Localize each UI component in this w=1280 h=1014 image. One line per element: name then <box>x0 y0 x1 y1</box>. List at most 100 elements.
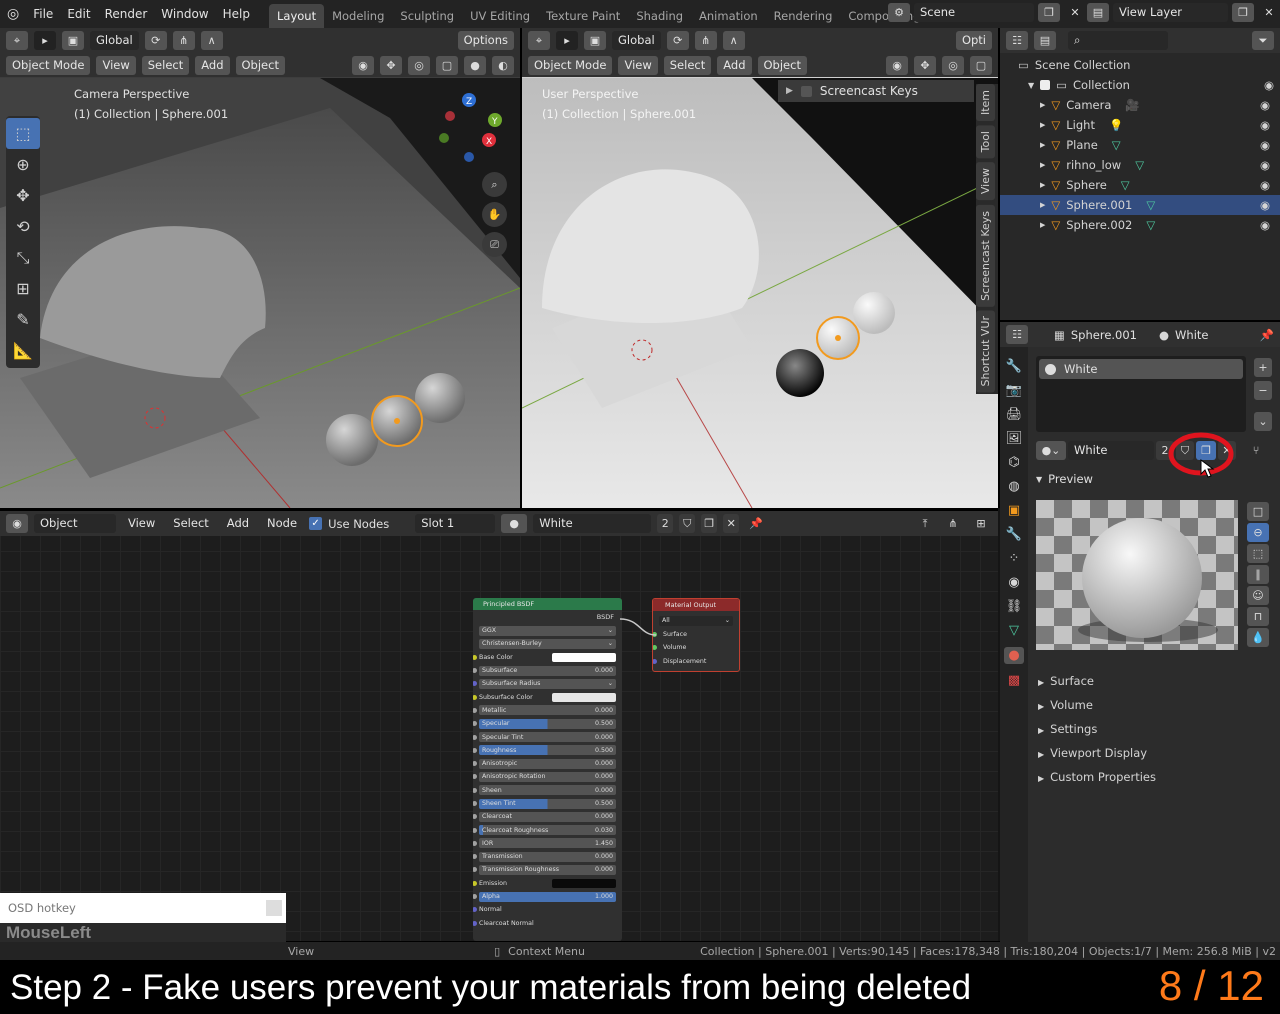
properties-editor-icon[interactable]: ☷ <box>1006 325 1028 344</box>
tab-animation[interactable]: Animation <box>691 4 766 28</box>
outliner-item[interactable]: ▶ ▽ Camera 🎥 ◉ <box>1000 95 1280 115</box>
tab-shading[interactable]: Shading <box>628 4 691 28</box>
outliner-scene-collection[interactable]: ▭ Scene Collection <box>1006 55 1274 75</box>
color-swatch[interactable] <box>552 692 616 702</box>
bsdf-input-row[interactable]: Clearcoat 0.000 <box>473 810 616 823</box>
input-slider[interactable]: Clearcoat Roughness 0.030 <box>479 825 616 836</box>
object-mode-dropdown[interactable]: Object Mode <box>6 55 91 75</box>
scene-tab-icon[interactable]: ⌬ <box>1008 455 1019 470</box>
object-data-icon[interactable]: 💡 <box>1109 118 1123 132</box>
input-slider[interactable]: Transmission Roughness 0.000 <box>479 864 616 875</box>
tab-tool[interactable]: Tool <box>976 125 995 159</box>
input-socket[interactable] <box>473 654 477 660</box>
move-icon[interactable]: ✥ <box>6 180 40 211</box>
bsdf-input-row[interactable]: Emission <box>473 877 616 890</box>
eye-icon[interactable]: ◉ <box>1260 138 1270 152</box>
select-mode-icon[interactable]: ▣ <box>62 31 84 50</box>
editor-type-icon[interactable]: ⌖ <box>6 31 28 50</box>
proportional-icon[interactable]: ∧ <box>722 31 745 50</box>
node-duplicate-icon[interactable]: ❐ <box>701 514 718 533</box>
object-data-icon[interactable]: 🎥 <box>1125 98 1139 112</box>
menu-edit[interactable]: Edit <box>60 7 97 21</box>
menu-help[interactable]: Help <box>216 7 257 21</box>
visibility-icon[interactable]: ◉ <box>352 55 374 75</box>
input-dropdown[interactable]: Subsurface Radius ⌄ <box>479 678 616 689</box>
bsdf-input-row[interactable]: Normal <box>473 903 616 916</box>
property-section-viewport-display[interactable]: ▶ Viewport Display <box>1028 741 1280 765</box>
expand-arrow-icon[interactable]: ▶ <box>1040 141 1045 149</box>
particles-tab-icon[interactable]: ⁘ <box>1009 551 1020 566</box>
menu-object[interactable]: Object <box>235 55 285 75</box>
input-slider[interactable]: Subsurface 0.000 <box>479 665 616 676</box>
expand-arrow-icon[interactable]: ▶ <box>1040 201 1045 209</box>
view-layer-field[interactable]: View Layer <box>1113 3 1228 22</box>
select-box-icon[interactable]: ⬚ <box>6 118 40 149</box>
tab-rendering[interactable]: Rendering <box>766 4 841 28</box>
navigation-gizmo[interactable]: Z Y X <box>436 90 506 162</box>
new-view-layer-icon[interactable]: ❐ <box>1232 3 1254 22</box>
input-slider[interactable]: Anisotropic 0.000 <box>479 758 616 769</box>
screencast-checkbox[interactable] <box>800 85 812 97</box>
pivot-icon[interactable]: ⟳ <box>144 31 167 50</box>
tab-sculpting[interactable]: Sculpting <box>392 4 462 28</box>
node-editor[interactable]: ◉ Object View Select Add Node ✓ Use Node… <box>0 511 998 941</box>
output-input-row[interactable]: Surface <box>653 627 733 641</box>
select-tool-icon[interactable]: ▸ <box>34 31 56 50</box>
options-dropdown[interactable]: Options <box>457 31 514 50</box>
input-slider[interactable]: Transmission 0.000 <box>479 851 616 862</box>
gizmo-icon[interactable]: ✥ <box>380 55 402 75</box>
menu-render[interactable]: Render <box>98 7 155 21</box>
orientation-dropdown[interactable]: Global <box>612 31 661 50</box>
input-socket[interactable] <box>473 801 477 806</box>
bsdf-input-row[interactable]: IOR 1.450 <box>473 837 616 850</box>
visibility-icon[interactable]: ◉ <box>886 55 908 75</box>
constraints-tab-icon[interactable]: ⛓ <box>1006 599 1023 614</box>
tab-uv-editing[interactable]: UV Editing <box>462 4 538 28</box>
color-swatch[interactable] <box>552 652 616 662</box>
pin-icon[interactable]: 📌 <box>1260 328 1274 342</box>
distribution-dropdown[interactable]: GGX ⌄ <box>479 625 616 636</box>
input-socket[interactable] <box>653 658 657 664</box>
bsdf-input-row[interactable]: Metallic 0.000 <box>473 704 616 717</box>
preview-sphere-icon[interactable]: ⊖ <box>1247 523 1269 542</box>
preview-hair-icon[interactable]: ∥ <box>1247 565 1269 584</box>
input-socket[interactable] <box>473 707 477 713</box>
outliner-item[interactable]: ▶ ▽ Light 💡 ◉ <box>1000 115 1280 135</box>
eye-icon[interactable]: ◉ <box>1260 178 1270 192</box>
proportional-icon[interactable]: ∧ <box>200 31 223 50</box>
new-scene-icon[interactable]: ❐ <box>1038 3 1060 22</box>
tab-shortcut-vur[interactable]: Shortcut VUr <box>976 310 995 393</box>
preview-panel-header[interactable]: ▼ Preview <box>1036 472 1093 486</box>
object-data-icon[interactable]: ▽ <box>1146 218 1155 232</box>
output-target-dropdown[interactable]: All ⌄ <box>659 615 733 626</box>
zoom-icon[interactable]: ⌕ <box>482 172 507 197</box>
input-slider[interactable]: Metallic 0.000 <box>479 705 616 716</box>
expand-arrow-icon[interactable]: ▶ <box>1040 181 1045 189</box>
eye-icon[interactable]: ◉ <box>1260 218 1270 232</box>
node-tree-icon[interactable]: ⑂ <box>1244 441 1268 460</box>
modifier-tab-icon[interactable]: 🔧 <box>1006 527 1022 542</box>
bsdf-input-row[interactable]: Specular Tint 0.000 <box>473 730 616 743</box>
orientation-dropdown[interactable]: Global <box>90 31 139 50</box>
input-slider[interactable]: Clearcoat 0.000 <box>479 811 616 822</box>
outliner-item[interactable]: ▶ ▽ Sphere.001 ▽ ◉ <box>1000 195 1280 215</box>
input-socket[interactable] <box>473 761 477 767</box>
cursor-icon[interactable]: ⊕ <box>6 149 40 180</box>
gizmo-icon[interactable]: ✥ <box>914 55 936 75</box>
menu-select[interactable]: Select <box>167 514 214 533</box>
input-socket[interactable] <box>473 827 477 833</box>
object-data-icon[interactable]: ▽ <box>1121 178 1130 192</box>
tab-view[interactable]: View <box>976 162 995 201</box>
input-socket[interactable] <box>473 880 477 886</box>
pivot-icon[interactable]: ⟳ <box>666 31 689 50</box>
expand-arrow-icon[interactable]: ▼ <box>1028 81 1034 90</box>
node-editor-type-icon[interactable]: ◉ <box>6 514 28 533</box>
snap-icon[interactable]: ⋔ <box>694 31 717 50</box>
view-layer-tab-icon[interactable]: 🖼 <box>1006 431 1023 446</box>
physics-tab-icon[interactable]: ◉ <box>1008 575 1019 590</box>
input-socket[interactable] <box>473 774 477 780</box>
preview-fluid-icon[interactable]: 💧 <box>1247 628 1269 647</box>
slot-specials-icon[interactable]: ⌄ <box>1254 412 1272 431</box>
material-name-field[interactable]: White <box>1068 440 1154 460</box>
xray-icon[interactable]: ▢ <box>970 55 992 75</box>
